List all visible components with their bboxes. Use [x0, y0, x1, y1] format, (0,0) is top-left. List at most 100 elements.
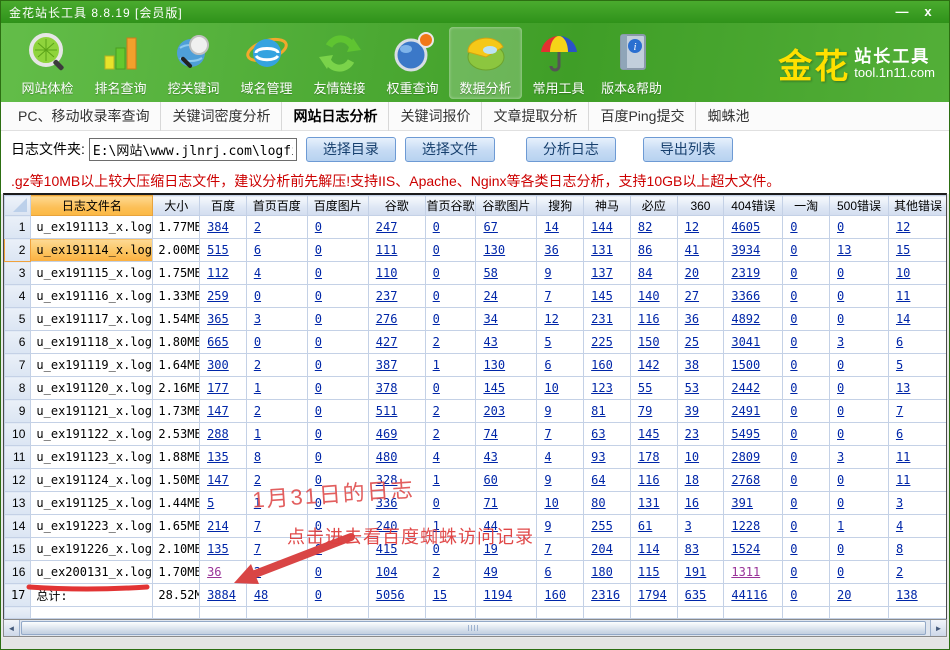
toolbar-item-domain-manage[interactable]: 域名管理	[230, 27, 303, 99]
toolbar-item-keyword-dig[interactable]: 挖关键词	[157, 27, 230, 99]
stat-link[interactable]: 1194	[483, 588, 512, 602]
total-row[interactable]: 17总计:28.52MB3884480505615119416023161794…	[5, 584, 948, 607]
stat-link[interactable]: 6	[544, 565, 551, 579]
stat-link[interactable]: 0	[790, 220, 797, 234]
tab-3[interactable]: 网站日志分析	[282, 102, 389, 131]
stat-link[interactable]: 86	[638, 243, 652, 257]
column-header[interactable]: 百度图片	[307, 196, 368, 216]
stat-link[interactable]: 328	[376, 473, 398, 487]
stat-link[interactable]: 0	[790, 519, 797, 533]
stat-link[interactable]: 61	[638, 519, 652, 533]
stat-link[interactable]: 114	[638, 542, 660, 556]
stat-link[interactable]: 11	[896, 473, 910, 487]
table-row[interactable]: 4u_ex191116_x.log1.33MB25900237024714514…	[5, 285, 948, 308]
stat-link[interactable]: 635	[685, 588, 707, 602]
scrollbar-thumb[interactable]	[21, 621, 926, 635]
stat-link[interactable]: 0	[837, 266, 844, 280]
stat-link[interactable]: 55	[638, 381, 652, 395]
stat-link[interactable]: 48	[254, 588, 268, 602]
stat-link[interactable]: 4605	[731, 220, 760, 234]
stat-link[interactable]: 9	[544, 266, 551, 280]
stat-link[interactable]: 1	[433, 473, 440, 487]
stat-link[interactable]: 145	[638, 427, 660, 441]
stat-link[interactable]: 39	[685, 404, 699, 418]
stat-link[interactable]: 365	[207, 312, 229, 326]
stat-link[interactable]: 7	[896, 404, 903, 418]
export-list-button[interactable]: 导出列表	[643, 137, 733, 162]
stat-link[interactable]: 480	[376, 450, 398, 464]
stat-link[interactable]: 0	[837, 565, 844, 579]
stat-link[interactable]: 7	[254, 542, 261, 556]
stat-link[interactable]: 16	[685, 496, 699, 510]
stat-link[interactable]: 225	[591, 335, 613, 349]
stat-link[interactable]: 1228	[731, 519, 760, 533]
stat-link[interactable]: 6	[896, 335, 903, 349]
stat-link[interactable]: 0	[315, 335, 322, 349]
stat-link[interactable]: 12	[896, 220, 910, 234]
stat-link[interactable]: 150	[638, 335, 660, 349]
stat-link[interactable]: 5	[207, 496, 214, 510]
table-row[interactable]: 2u_ex191114_x.log2.00MB51560111013036131…	[5, 239, 948, 262]
stat-link[interactable]: 0	[790, 427, 797, 441]
stat-link[interactable]: 1	[254, 381, 261, 395]
stat-link[interactable]: 180	[591, 565, 613, 579]
stat-link[interactable]: 2	[433, 404, 440, 418]
stat-link[interactable]: 5	[896, 358, 903, 372]
stat-link[interactable]: 3	[896, 496, 903, 510]
stat-link[interactable]: 0	[315, 289, 322, 303]
stat-link[interactable]: 4	[896, 519, 903, 533]
stat-link[interactable]: 0	[790, 473, 797, 487]
stat-link[interactable]: 0	[254, 335, 261, 349]
stat-link[interactable]: 0	[315, 312, 322, 326]
stat-link[interactable]: 2	[254, 358, 261, 372]
stat-link[interactable]: 0	[790, 404, 797, 418]
stat-link[interactable]: 135	[207, 450, 229, 464]
stat-link[interactable]: 36	[685, 312, 699, 326]
stat-link[interactable]: 7	[544, 427, 551, 441]
stat-link[interactable]: 0	[315, 243, 322, 257]
stat-link[interactable]: 12	[685, 220, 699, 234]
stat-link[interactable]: 9	[544, 473, 551, 487]
stat-link[interactable]: 83	[685, 542, 699, 556]
stat-link[interactable]: 1524	[731, 542, 760, 556]
stat-link[interactable]: 0	[790, 496, 797, 510]
stat-link[interactable]: 0	[790, 335, 797, 349]
stat-link[interactable]: 0	[315, 473, 322, 487]
stat-link[interactable]: 0	[790, 289, 797, 303]
stat-link[interactable]: 387	[376, 358, 398, 372]
stat-link[interactable]: 9	[544, 404, 551, 418]
stat-link[interactable]: 1	[433, 519, 440, 533]
minimize-button[interactable]: —	[889, 2, 915, 22]
toolbar-item-site-check[interactable]: 网站体检	[11, 27, 84, 99]
stat-link[interactable]: 384	[207, 220, 229, 234]
column-header[interactable]: 一淘	[783, 196, 830, 216]
stat-link[interactable]: 1	[254, 427, 261, 441]
stat-link[interactable]: 8	[896, 542, 903, 556]
stat-link[interactable]: 2809	[731, 450, 760, 464]
stat-link[interactable]: 2	[433, 565, 440, 579]
stat-link[interactable]: 2319	[731, 266, 760, 280]
stat-link[interactable]: 0	[790, 358, 797, 372]
stat-link[interactable]: 160	[591, 358, 613, 372]
stat-link[interactable]: 0	[315, 404, 322, 418]
stat-link[interactable]: 0	[433, 266, 440, 280]
stat-link[interactable]: 5495	[731, 427, 760, 441]
stat-link[interactable]: 288	[207, 427, 229, 441]
stat-link[interactable]: 58	[483, 266, 497, 280]
table-row[interactable]: 12u_ex191124_x.log1.50MB1472032816096411…	[5, 469, 948, 492]
stat-link[interactable]: 0	[315, 450, 322, 464]
stat-link[interactable]: 3	[685, 519, 692, 533]
stat-link[interactable]: 2	[254, 220, 261, 234]
stat-link[interactable]: 123	[591, 381, 613, 395]
table-row[interactable]: 3u_ex191115_x.log1.75MB11240110058913784…	[5, 262, 948, 285]
stat-link[interactable]: 0	[837, 220, 844, 234]
stat-link[interactable]: 0	[433, 496, 440, 510]
stat-link[interactable]: 240	[376, 519, 398, 533]
toolbar-item-data-analysis[interactable]: 数据分析	[449, 27, 522, 99]
stat-link[interactable]: 10	[685, 450, 699, 464]
stat-link[interactable]: 130	[483, 243, 505, 257]
stat-link[interactable]: 147	[207, 473, 229, 487]
stat-link[interactable]: 11	[896, 450, 910, 464]
column-header[interactable]: 谷歌图片	[476, 196, 537, 216]
stat-link[interactable]: 2	[433, 335, 440, 349]
